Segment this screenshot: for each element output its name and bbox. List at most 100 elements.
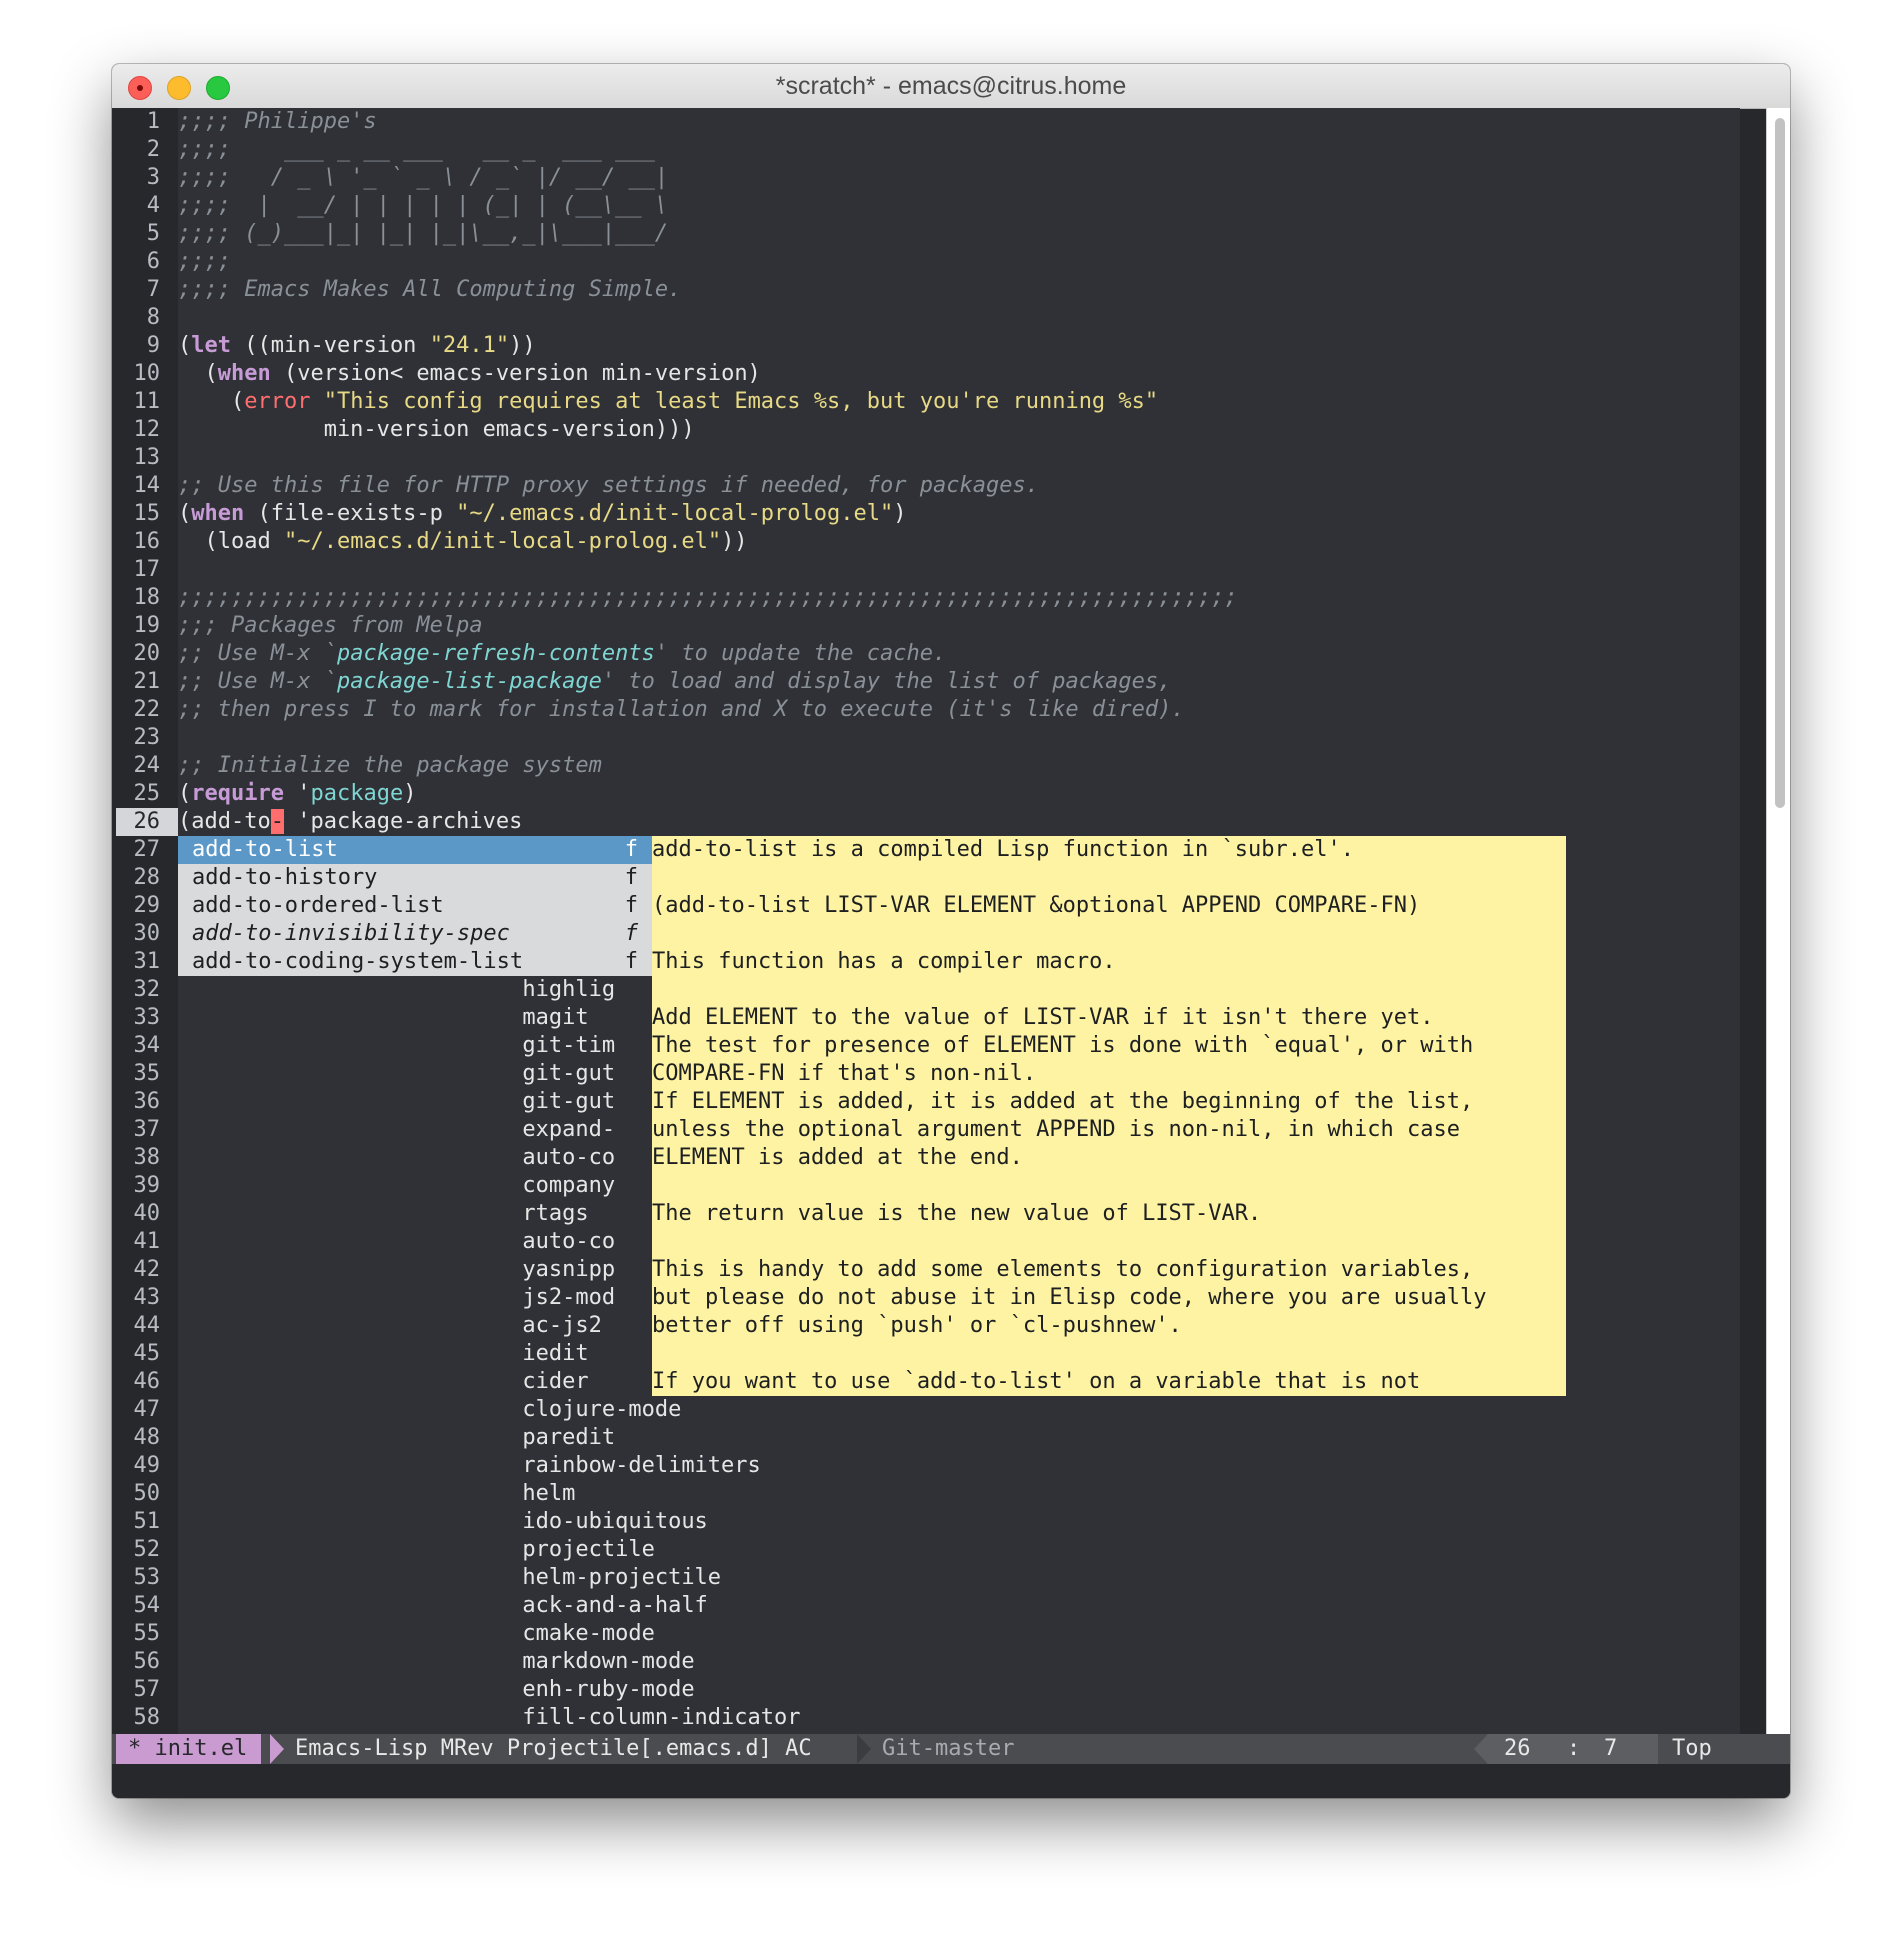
code-line[interactable]: enh-ruby-mode [178,1676,694,1704]
modeline-line-number: 26 [1504,1736,1531,1761]
code-line[interactable]: ;;;; (_)___|_| |_| |_|\__,_|\___|___/ [178,220,668,248]
code-line[interactable]: ido-ubiquitous [178,1508,707,1536]
code-token: ;;;; | __/ | | | | | (_| | (__\__ \ [178,193,669,218]
code-line[interactable]: (load "~/.emacs.d/init-local-prolog.el")… [178,528,747,556]
code-token: (version< emacs-version min-version) [270,361,761,386]
code-line[interactable]: (when (file-exists-p "~/.emacs.d/init-lo… [178,500,907,528]
code-token: when [191,501,245,526]
code-line[interactable]: min-version emacs-version))) [178,416,695,444]
code-line[interactable]: (error "This config requires at least Em… [178,388,1158,416]
code-line[interactable]: helm [178,1480,575,1508]
modeline-buffer-name: * init.el [116,1734,262,1764]
code-line[interactable]: helm-projectile [178,1564,721,1592]
code-line[interactable]: ;;;; / _ \ '_ ` _ \ / _` |/ __/ __| [178,164,668,192]
code-line[interactable]: auto-co [178,1144,615,1172]
line-number: 51 [133,1509,161,1534]
code-token: clojure-mode [178,1397,682,1422]
code-line[interactable]: highlig [178,976,615,1004]
code-line[interactable]: ;; Use this file for HTTP proxy settings… [178,472,1039,500]
line-number: 58 [133,1705,161,1730]
code-line[interactable]: clojure-mode [178,1396,681,1424]
line-number: 52 [133,1537,161,1562]
code-line[interactable]: ;; Use M-x `package-list-package' to loa… [178,668,1171,696]
doc-line: (add-to-list LIST-VAR ELEMENT &optional … [652,893,1421,918]
code-line[interactable]: ;; Use M-x `package-refresh-contents' to… [178,640,946,668]
code-line[interactable]: git-gut [178,1088,615,1116]
code-line[interactable]: git-gut [178,1060,615,1088]
completion-item[interactable]: add-to-invisibility-spec f [178,920,652,948]
line-number: 44 [133,1313,161,1338]
code-line[interactable]: expand- [178,1116,615,1144]
line-number: 47 [133,1397,161,1422]
code-line[interactable]: paredit [178,1424,615,1452]
scrollbar-thumb[interactable] [1775,118,1785,808]
code-token: ;; Use M-x ` [178,669,337,694]
code-line[interactable]: ;; Initialize the package system [178,752,602,780]
code-line[interactable]: rainbow-delimiters [178,1452,760,1480]
code-line[interactable]: iedit [178,1340,588,1368]
line-number: 45 [133,1341,161,1366]
doc-line: but please do not abuse it in Elisp code… [652,1285,1487,1310]
code-line[interactable]: js2-mod [178,1284,615,1312]
code-line[interactable]: auto-co [178,1228,615,1256]
code-token: ( [178,389,245,414]
code-line[interactable]: yasnipp [178,1256,615,1284]
completion-item[interactable]: add-to-coding-system-list f [178,948,652,976]
code-line[interactable]: ;;;; Emacs Makes All Computing Simple. [178,276,681,304]
completion-item[interactable]: add-to-list f [178,836,652,864]
completion-popup[interactable]: add-to-list f add-to-history f add-to-ordere… [178,836,652,976]
line-number: 7 [146,277,160,302]
code-line[interactable]: ;;;; [178,248,231,276]
code-token: error [244,389,311,414]
line-number: 14 [133,473,161,498]
line-number: 38 [133,1145,161,1170]
code-line[interactable]: ;;; Packages from Melpa [178,612,483,640]
code-token: git-gut [178,1061,616,1086]
code-token: ) [893,501,907,526]
vertical-scrollbar[interactable] [1766,108,1790,1734]
code-token: cider [178,1369,589,1394]
code-line[interactable]: magit [178,1004,588,1032]
code-token: )) [509,333,536,358]
code-line[interactable]: projectile [178,1536,654,1564]
code-line[interactable]: ;;;; ___ _ __ ___ __ _ ___ ___ [178,136,655,164]
code-line[interactable]: ;;;;;;;;;;;;;;;;;;;;;;;;;;;;;;;;;;;;;;;;… [178,584,1238,612]
code-token: company [178,1173,616,1198]
code-token: (file-exists-p [244,501,457,526]
line-number: 22 [133,697,161,722]
line-number: 20 [133,641,161,666]
code-line[interactable]: cmake-mode [178,1620,654,1648]
line-number: 37 [133,1117,161,1142]
echo-area[interactable] [112,1764,1790,1798]
code-line[interactable]: ac-js2 [178,1312,601,1340]
code-line[interactable]: company [178,1172,615,1200]
code-line[interactable]: (when (version< emacs-version min-versio… [178,360,761,388]
code-line[interactable]: git-tim [178,1032,615,1060]
code-line[interactable]: (add-to- 'package-archives [178,808,522,836]
code-line[interactable]: ;;;; | __/ | | | | | (_| | (__\__ \ [178,192,668,220]
code-line[interactable]: rtags [178,1200,588,1228]
line-number: 30 [133,921,161,946]
code-line[interactable]: markdown-mode [178,1648,694,1676]
completion-item-type: f [624,893,638,918]
code-token: ;;; Packages from Melpa [178,613,483,638]
editor-pane[interactable]: 1 2 3 4 5 6 7 8 9 10 11 12 13 14 15 16 17 18 19 20 21 22 23 24 2… [112,108,1766,1734]
line-number: 42 [133,1257,161,1282]
code-line[interactable]: ack-and-a-half [178,1592,707,1620]
code-line[interactable]: (let ((min-version "24.1")) [178,332,536,360]
completion-item[interactable]: add-to-ordered-list f [178,892,652,920]
line-number: 49 [133,1453,161,1478]
completion-item[interactable]: add-to-history f [178,864,652,892]
code-line[interactable]: cider [178,1368,589,1396]
code-token: package-refresh-contents [336,641,655,666]
line-number: 46 [133,1369,161,1394]
code-token: "~/.emacs.d/init-local-prolog.el" [283,529,722,554]
code-token: js2-mod [178,1285,616,1310]
line-number: 27 [133,837,161,862]
code-line[interactable]: ;;;; Philippe's [178,108,377,136]
code-token: ' [283,809,311,834]
line-number: 55 [133,1621,161,1646]
code-line[interactable]: fill-column-indicator [178,1704,800,1732]
code-line[interactable]: (require 'package) [178,780,416,808]
code-line[interactable]: ;; then press I to mark for installation… [178,696,1185,724]
